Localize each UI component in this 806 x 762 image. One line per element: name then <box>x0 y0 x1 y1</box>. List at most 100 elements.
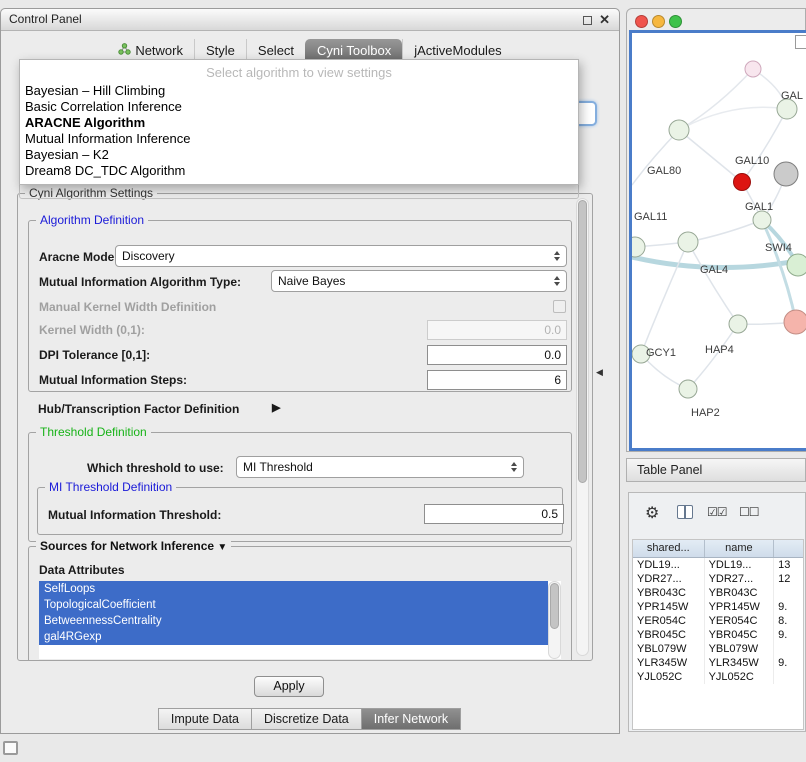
algorithm-option-basic-correlation-inference[interactable]: Basic Correlation Inference <box>20 99 578 115</box>
table-cell <box>774 586 803 600</box>
table-row[interactable]: YPR145WYPR145W9. <box>633 600 803 614</box>
tab-impute-data[interactable]: Impute Data <box>158 708 252 730</box>
attributes-scrollbar[interactable] <box>548 581 561 659</box>
tab-style[interactable]: Style <box>194 39 246 61</box>
sources-group: Sources for Network Inference ▼ Data Att… <box>28 546 572 660</box>
node-table: shared...name YDL19...YDL19...13YDR27...… <box>632 539 804 730</box>
network-node-gal1[interactable] <box>753 211 771 229</box>
close-icon[interactable]: ✕ <box>599 12 610 28</box>
scrollbar-thumb[interactable] <box>550 583 559 629</box>
column-header-shared[interactable]: shared... <box>633 540 705 557</box>
network-node-gal10[interactable] <box>734 174 751 191</box>
dpi-tolerance-field[interactable] <box>427 345 567 365</box>
table-row[interactable]: YBL079WYBL079W <box>633 642 803 656</box>
hub-section-label[interactable]: Hub/Transcription Factor Definition <box>38 402 239 416</box>
network-node-swi4[interactable] <box>787 254 806 276</box>
apply-button[interactable]: Apply <box>254 676 324 697</box>
table-row[interactable]: YLR345WYLR345W9. <box>633 656 803 670</box>
which-threshold-combo[interactable]: MI Threshold <box>236 456 524 478</box>
updown-arrows-icon <box>554 276 560 286</box>
table-cell: YDL19... <box>705 558 775 572</box>
table-cell: YBR043C <box>633 586 705 600</box>
table-cell: YDL19... <box>633 558 705 572</box>
sources-group-label[interactable]: Sources for Network Inference ▼ <box>36 539 231 553</box>
table-row[interactable]: YJL052CYJL052C <box>633 670 803 684</box>
algorithm-dropdown-popup: Select algorithm to view settings Bayesi… <box>19 59 579 185</box>
settings-scrollbar[interactable] <box>576 198 589 656</box>
mi-type-combo[interactable]: Naive Bayes <box>271 270 567 292</box>
network-node[interactable] <box>784 310 806 334</box>
mi-steps-field[interactable] <box>427 370 567 390</box>
splitter-collapse-arrow-icon[interactable]: ◀ <box>596 367 603 378</box>
tab-label: jActiveModules <box>414 43 501 58</box>
mi-steps-label: Mutual Information Steps: <box>39 373 187 387</box>
scrollbar-thumb[interactable] <box>578 200 587 483</box>
algorithm-option-bayesian-k2[interactable]: Bayesian – K2 <box>20 147 578 163</box>
dpi-tolerance-label: DPI Tolerance [0,1]: <box>39 348 150 362</box>
control-panel-title: Control Panel <box>9 12 82 26</box>
table-row[interactable]: YBR043CYBR043C <box>633 586 803 600</box>
column-header-name[interactable]: name <box>705 540 775 557</box>
minimize-traffic-light-icon[interactable] <box>652 15 665 28</box>
network-node[interactable] <box>777 99 797 119</box>
algorithm-option-mutual-information-inference[interactable]: Mutual Information Inference <box>20 131 578 147</box>
select-all-checkboxes-icon[interactable]: ☑☑ <box>707 505 727 519</box>
node-label-gal11: GAL11 <box>634 211 667 223</box>
network-edge <box>679 107 787 130</box>
table-row[interactable]: YBR045CYBR045C9. <box>633 628 803 642</box>
network-node-hap2[interactable] <box>679 380 697 398</box>
mi-threshold-field[interactable] <box>424 504 564 524</box>
node-label-gal: GAL <box>781 90 803 102</box>
which-threshold-value: MI Threshold <box>243 460 313 474</box>
control-panel-titlebar[interactable]: Control Panel <box>1 9 619 31</box>
network-node[interactable] <box>745 61 761 77</box>
view-corner-button[interactable] <box>795 35 806 49</box>
float-window-icon[interactable] <box>583 16 592 25</box>
network-node[interactable] <box>774 162 798 186</box>
network-view-window: GAL80GALGAL10GAL11GAL1SWI4GAL4GCY1HAP4HA… <box>626 8 806 452</box>
attribute-item-selfloops[interactable]: SelfLoops <box>39 581 548 597</box>
table-panel-titlebar[interactable]: Table Panel <box>626 458 806 482</box>
tab-select[interactable]: Select <box>246 39 305 61</box>
tab-cyni-toolbox[interactable]: Cyni Toolbox <box>305 39 402 61</box>
network-node-hap4[interactable] <box>729 315 747 333</box>
attribute-item-topologicalcoefficient[interactable]: TopologicalCoefficient <box>39 597 548 613</box>
gear-icon[interactable]: ⚙ <box>645 503 659 523</box>
network-node-gal80[interactable] <box>669 120 689 140</box>
attribute-item-gal4rgexp[interactable]: gal4RGexp <box>39 629 548 645</box>
desktop-corner-icon[interactable] <box>3 741 18 755</box>
expand-arrow-icon[interactable]: ▶ <box>272 401 280 414</box>
network-canvas[interactable]: GAL80GALGAL10GAL11GAL1SWI4GAL4GCY1HAP4HA… <box>632 33 806 448</box>
zoom-traffic-light-icon[interactable] <box>669 15 682 28</box>
data-attributes-items: SelfLoopsTopologicalCoefficientBetweenne… <box>39 581 548 645</box>
network-node-gal4[interactable] <box>678 232 698 252</box>
close-traffic-light-icon[interactable] <box>635 15 648 28</box>
desktop: Control Panel ✕ NetworkStyleSelectCyni T… <box>0 0 806 762</box>
tab-infer-network[interactable]: Infer Network <box>361 708 461 730</box>
attribute-item-betweennesscentrality[interactable]: BetweennessCentrality <box>39 613 548 629</box>
network-focus-frame: GAL80GALGAL10GAL11GAL1SWI4GAL4GCY1HAP4HA… <box>629 30 806 451</box>
tab-discretize-data[interactable]: Discretize Data <box>251 708 362 730</box>
table-cell: YBR045C <box>705 628 775 642</box>
mi-threshold-label: Mutual Information Threshold: <box>48 508 221 522</box>
node-label-hap2: HAP2 <box>691 407 720 419</box>
table-row[interactable]: YER054CYER054C8. <box>633 614 803 628</box>
table-row[interactable]: YDR27...YDR27...12 <box>633 572 803 586</box>
algorithm-option-aracne-algorithm[interactable]: ARACNE Algorithm <box>20 115 578 131</box>
table-cell: YLR345W <box>633 656 705 670</box>
deselect-all-checkboxes-icon[interactable]: ☐☐ <box>739 505 759 519</box>
table-row[interactable]: YDL19...YDL19...13 <box>633 558 803 572</box>
mi-type-label: Mutual Information Algorithm Type: <box>39 275 241 289</box>
table-cell <box>774 670 803 684</box>
column-selector-icon[interactable] <box>677 505 693 519</box>
table-cell: 9. <box>774 656 803 670</box>
network-node-gal11[interactable] <box>632 237 645 257</box>
tab-network[interactable]: Network <box>107 39 194 61</box>
tab-jactivemodules[interactable]: jActiveModules <box>402 39 512 61</box>
column-header-extra[interactable] <box>774 540 803 557</box>
algorithm-option-bayesian-hill-climbing[interactable]: Bayesian – Hill Climbing <box>20 83 578 99</box>
algorithm-option-dream8-dc-tdc-algorithm[interactable]: Dream8 DC_TDC Algorithm <box>20 163 578 179</box>
table-cell: 12 <box>774 572 803 586</box>
data-attributes-label: Data Attributes <box>39 563 125 577</box>
aracne-mode-combo[interactable]: Discovery <box>115 245 567 267</box>
